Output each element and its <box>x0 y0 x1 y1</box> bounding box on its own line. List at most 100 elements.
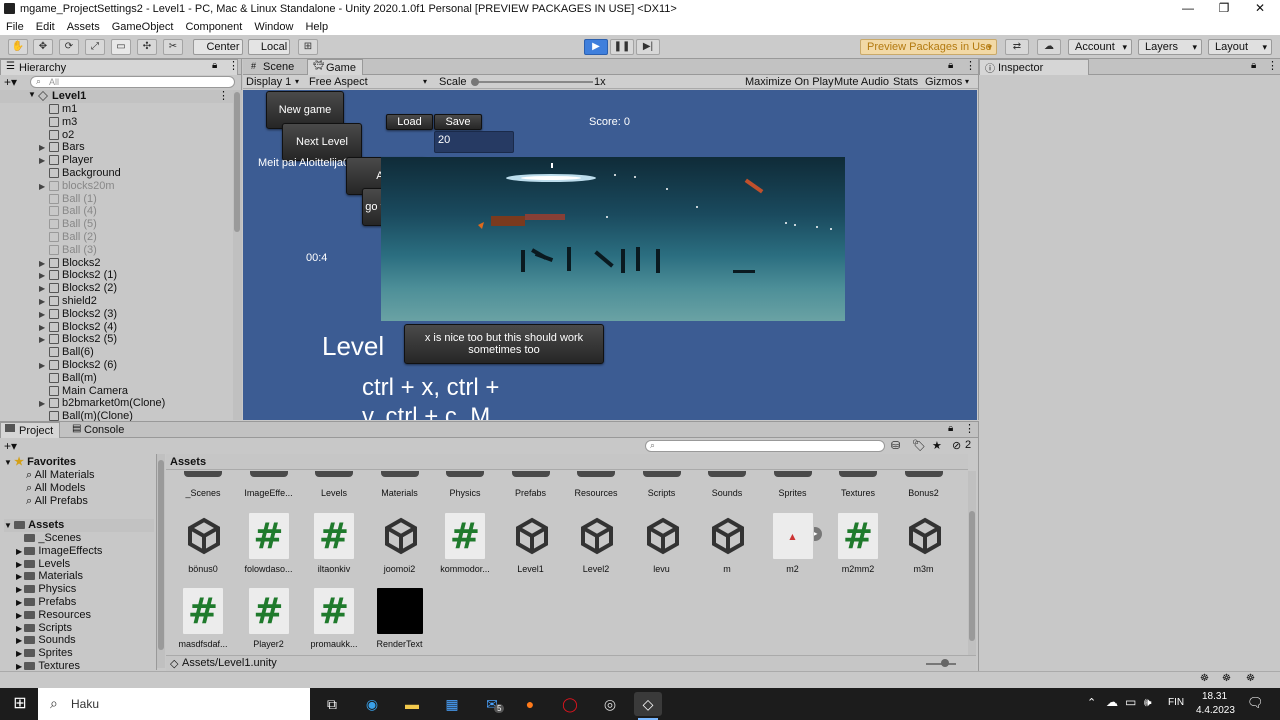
hierarchy-item[interactable]: Ball (4) <box>0 205 232 218</box>
taskbar-search-box[interactable]: ⌕ Haku <box>38 688 310 720</box>
menu-assets[interactable]: Assets <box>61 21 106 33</box>
expand-arrow-icon[interactable]: ▶ <box>16 547 24 556</box>
hierarchy-item[interactable]: ▶ Bars <box>0 141 232 154</box>
tab-inspector[interactable]: Inspector <box>979 59 1089 75</box>
hand-tool-icon[interactable]: ✋ <box>8 39 28 55</box>
scale-tool-icon[interactable]: ⤢ <box>85 39 105 55</box>
asset-folder[interactable]: Materials <box>367 471 433 501</box>
expand-arrow-icon[interactable]: ▶ <box>39 295 45 308</box>
hierarchy-item[interactable]: Ball (3) <box>0 244 232 257</box>
asset-item[interactable]: # promaukk... <box>301 585 367 657</box>
assets-header[interactable]: Assets <box>170 456 206 468</box>
game-lock-icon[interactable]: 🔒︎ <box>948 60 953 71</box>
expand-arrow-icon[interactable]: ▶ <box>16 560 24 569</box>
asset-folder[interactable]: _Scenes <box>170 471 236 501</box>
menu-help[interactable]: Help <box>299 21 334 33</box>
clock-date[interactable]: 4.4.2023 <box>1196 705 1235 716</box>
clock-time[interactable]: 18.31 <box>1202 691 1227 702</box>
display-dropdown[interactable]: Display 1 <box>246 75 291 89</box>
menu-file[interactable]: File <box>0 21 30 33</box>
asset-item[interactable]: levu <box>629 510 695 582</box>
hierarchy-item[interactable]: ▶ shield2 <box>0 295 232 308</box>
hierarchy-item[interactable]: ▶ Blocks2 (6) <box>0 359 232 372</box>
expand-arrow-icon[interactable]: ▶ <box>39 359 45 372</box>
autogenerate-lighting-icon[interactable]: ☸ <box>1222 673 1231 684</box>
asset-item[interactable]: m <box>694 510 760 582</box>
hierarchy-item[interactable]: ▶ Blocks2 <box>0 257 232 270</box>
hierarchy-item[interactable]: Ball (2) <box>0 231 232 244</box>
scale-slider-track[interactable] <box>473 81 593 83</box>
volume-icon[interactable]: 🕪︎ <box>1144 695 1152 710</box>
pivot-center-button[interactable]: Center <box>193 39 243 55</box>
asset-folder-row[interactable]: ▶ Sprites <box>16 647 73 660</box>
asset-item[interactable]: # m2mm2 <box>825 510 891 582</box>
file-explorer-icon[interactable]: ▬ <box>398 692 426 716</box>
fav-all-materials[interactable]: ⌕ All Materials <box>26 469 95 482</box>
hierarchy-item[interactable]: o2 <box>0 129 232 142</box>
hierarchy-item[interactable]: Ball (1) <box>0 193 232 206</box>
expand-arrow-icon[interactable]: ▶ <box>39 180 45 193</box>
account-dropdown[interactable]: Account <box>1068 39 1132 55</box>
asset-folder-row[interactable]: ▶ Scripts <box>16 622 72 635</box>
minimize-button[interactable]: — <box>1170 0 1206 18</box>
asset-folder[interactable]: Physics <box>432 471 498 501</box>
hierarchy-item[interactable]: Ball(m) <box>0 372 232 385</box>
move-tool-icon[interactable]: ✥ <box>33 39 53 55</box>
favorites-row[interactable]: ▼ ★ Favorites <box>4 456 76 469</box>
task-view-icon[interactable]: ⧉ <box>318 692 346 716</box>
inspector-lock-icon[interactable]: 🔒︎ <box>1251 60 1256 71</box>
filter-type-icon[interactable]: ⛁ <box>891 439 900 452</box>
asset-item[interactable]: bönus0 <box>170 510 236 582</box>
hierarchy-item[interactable]: ▶ Blocks2 (2) <box>0 282 232 295</box>
notifications-icon[interactable]: 🗨︎ <box>1247 695 1264 711</box>
asset-folder[interactable]: Resources <box>563 471 629 501</box>
expand-arrow-icon[interactable]: ▶ <box>39 141 45 154</box>
favorite-star-icon[interactable]: ★ <box>932 439 942 452</box>
hierarchy-item[interactable]: ▶ blocks20m <box>0 180 232 193</box>
hierarchy-item[interactable]: ▶ Blocks2 (5) <box>0 333 232 346</box>
asset-item[interactable]: # Player2 <box>236 585 302 657</box>
hierarchy-item[interactable]: ▶ Blocks2 (3) <box>0 308 232 321</box>
filter-label-icon[interactable]: 🏷︎ <box>912 439 926 452</box>
asset-folder-row[interactable]: ▶ Prefabs <box>16 596 76 609</box>
menu-gameobject[interactable]: GameObject <box>106 21 180 33</box>
hidden-packages-icon[interactable]: ⊘ <box>952 439 961 452</box>
expand-arrow-icon[interactable]: ▶ <box>16 636 24 645</box>
asset-item[interactable]: ▶ ▲ m2 <box>760 510 826 582</box>
expand-arrow-icon[interactable]: ▶ <box>39 397 45 410</box>
hierarchy-item[interactable]: ▶ Player <box>0 154 232 167</box>
hierarchy-item[interactable]: Ball (5) <box>0 218 232 231</box>
asset-folder[interactable]: Prefabs <box>498 471 564 501</box>
network-icon[interactable]: ▭ <box>1125 695 1136 709</box>
inspector-menu-icon[interactable]: ⋮ <box>1267 59 1278 72</box>
expand-arrow-icon[interactable]: ▶ <box>39 308 45 321</box>
asset-folder[interactable]: Levels <box>301 471 367 501</box>
asset-folder-row[interactable]: ▶ Levels <box>16 558 70 571</box>
pivot-local-button[interactable]: Local <box>248 39 290 55</box>
asset-item[interactable]: Level2 <box>563 510 629 582</box>
asset-folder[interactable]: ImageEffe... <box>236 471 302 501</box>
hierarchy-item[interactable]: ▶ b2bmarket0m(Clone) <box>0 397 232 410</box>
scale-slider-thumb[interactable] <box>471 78 479 86</box>
asset-item[interactable]: Level1 <box>498 510 564 582</box>
next-level-button[interactable]: Next Level <box>282 123 362 161</box>
expand-arrow-icon[interactable]: ▶ <box>39 269 45 282</box>
hierarchy-search-input[interactable]: ⌕ All <box>30 76 235 88</box>
grid-snap-icon[interactable]: ⊞ <box>298 39 318 55</box>
opera-icon[interactable]: ◯ <box>556 692 584 716</box>
progress-icon[interactable]: ☸ <box>1246 673 1255 684</box>
expand-arrow-icon[interactable]: ▶ <box>39 333 45 346</box>
asset-folder-row[interactable]: ▶ ImageEffects <box>16 545 102 558</box>
add-object-icon[interactable]: +▾ <box>4 75 17 89</box>
icon-size-slider-thumb[interactable] <box>941 659 949 667</box>
asset-folder[interactable]: Textures <box>825 471 891 501</box>
expand-arrow-icon[interactable]: ▶ <box>16 649 24 658</box>
kebab-menu-icon[interactable]: ⋮ <box>228 59 239 72</box>
maximize-on-play-toggle[interactable]: Maximize On Play <box>745 75 834 89</box>
expand-arrow-icon[interactable]: ▶ <box>39 257 45 270</box>
media-app-icon[interactable]: ◎ <box>596 692 624 716</box>
menu-window[interactable]: Window <box>248 21 299 33</box>
assets-scrollbar[interactable] <box>968 471 976 661</box>
expand-arrow-icon[interactable]: ▶ <box>39 154 45 167</box>
fav-all-prefabs[interactable]: ⌕ All Prefabs <box>26 495 88 508</box>
